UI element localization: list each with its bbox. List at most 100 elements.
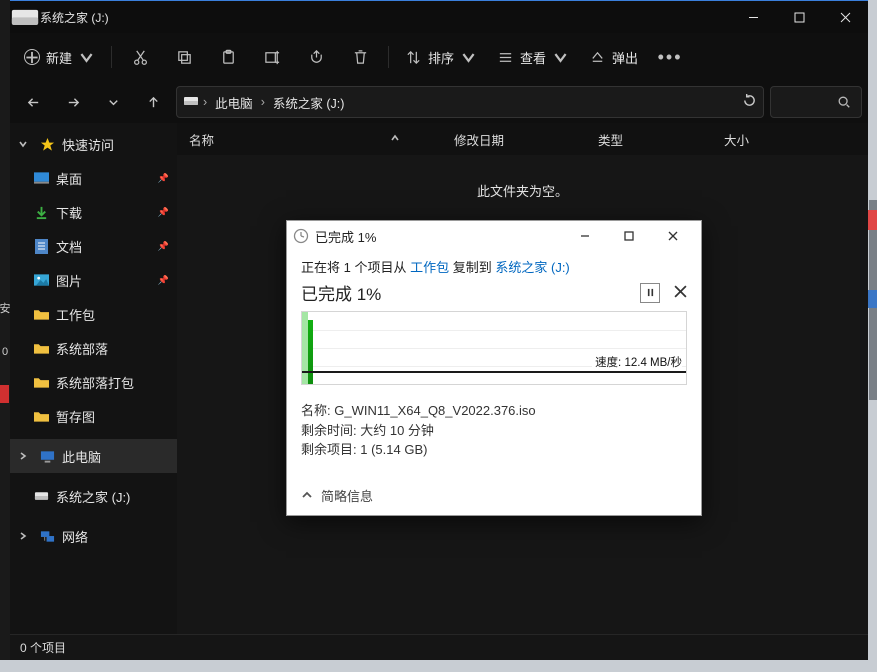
- new-label: 新建: [46, 48, 72, 67]
- column-headers: 名称 修改日期 类型 大小: [177, 123, 868, 155]
- document-icon: [32, 239, 50, 254]
- chevron-down-icon: [78, 49, 95, 66]
- sidebar-label: 快速访问: [62, 135, 114, 154]
- col-date[interactable]: 修改日期: [442, 130, 586, 149]
- download-icon: [32, 205, 50, 220]
- more-button[interactable]: •••: [648, 40, 692, 74]
- bg-red-tab: [0, 385, 9, 403]
- sidebar-item-folder[interactable]: 工作包: [10, 297, 177, 331]
- dialog-close-button[interactable]: [651, 222, 695, 250]
- sidebar-item-documents[interactable]: 文档 📌: [10, 229, 177, 263]
- chevron-up-icon: [301, 489, 313, 501]
- sidebar-item-pictures[interactable]: 图片 📌: [10, 263, 177, 297]
- toolbar: 新建 排序 查看 弹出 •••: [10, 33, 868, 81]
- recent-button[interactable]: [96, 87, 130, 117]
- sidebar-item-folder[interactable]: 系统部落: [10, 331, 177, 365]
- sidebar-label: 系统部落打包: [56, 373, 134, 392]
- crumb-drive[interactable]: 系统之家 (J:): [269, 93, 349, 112]
- col-size[interactable]: 大小: [712, 130, 868, 149]
- drive-icon: [10, 8, 40, 27]
- col-name[interactable]: 名称: [177, 130, 442, 149]
- sort-button[interactable]: 排序: [395, 40, 487, 74]
- maximize-button[interactable]: [776, 1, 822, 33]
- copy-button[interactable]: [162, 40, 206, 74]
- sidebar-label: 下载: [56, 203, 82, 222]
- eject-button[interactable]: 弹出: [579, 40, 648, 74]
- close-button[interactable]: [822, 1, 868, 33]
- sort-asc-icon: [390, 132, 400, 146]
- sidebar-item-folder[interactable]: 系统部落打包: [10, 365, 177, 399]
- pin-icon: 📌: [158, 241, 169, 252]
- copy-dialog: 已完成 1% 正在将 1 个项目从 工作包 复制到 系统之家 (J:) 已完成 …: [286, 220, 702, 516]
- bg-right-edge: [869, 200, 877, 400]
- pause-button[interactable]: [640, 283, 660, 303]
- address-bar[interactable]: › 此电脑 › 系统之家 (J:): [176, 86, 764, 118]
- separator: [111, 46, 112, 68]
- pc-icon: [38, 450, 56, 463]
- chevron-down-icon: [460, 49, 477, 66]
- picture-icon: [32, 274, 50, 286]
- star-icon: [38, 137, 56, 152]
- drive-icon: [32, 491, 50, 501]
- folder-icon: [32, 376, 50, 388]
- dst-link[interactable]: 系统之家 (J:): [495, 260, 569, 275]
- copy-desc: 正在将 1 个项目从 工作包 复制到 系统之家 (J:): [301, 257, 687, 276]
- view-button[interactable]: 查看: [487, 40, 579, 74]
- up-button[interactable]: [136, 87, 170, 117]
- eject-label: 弹出: [612, 48, 638, 67]
- titlebar: 系统之家 (J:): [10, 1, 868, 33]
- new-button[interactable]: 新建: [14, 40, 105, 74]
- brief-toggle[interactable]: 简略信息: [287, 475, 701, 515]
- dialog-titlebar: 已完成 1%: [287, 221, 701, 251]
- crumb-pc[interactable]: 此电脑: [211, 93, 257, 112]
- dialog-minimize-button[interactable]: [563, 222, 607, 250]
- sidebar: 快速访问 桌面 📌 下载 📌 文档 📌 图片 📌: [10, 123, 177, 634]
- chevron-right-icon: [14, 531, 32, 541]
- sidebar-item-downloads[interactable]: 下载 📌: [10, 195, 177, 229]
- view-label: 查看: [520, 48, 546, 67]
- sidebar-label: 网络: [62, 527, 88, 546]
- delete-button[interactable]: [338, 40, 382, 74]
- nav-row: › 此电脑 › 系统之家 (J:): [10, 81, 868, 123]
- rename-button[interactable]: [250, 40, 294, 74]
- pin-icon: 📌: [158, 173, 169, 184]
- chevron-right-icon: [14, 451, 32, 461]
- minimize-button[interactable]: [730, 1, 776, 33]
- sidebar-quick-access[interactable]: 快速访问: [10, 127, 177, 161]
- drive-icon: [183, 95, 199, 109]
- sidebar-label: 图片: [56, 271, 82, 290]
- sidebar-item-folder[interactable]: 暂存图: [10, 399, 177, 433]
- network-icon: [38, 530, 56, 543]
- chevron-down-icon: [14, 139, 32, 149]
- col-type[interactable]: 类型: [586, 130, 712, 149]
- sidebar-item-desktop[interactable]: 桌面 📌: [10, 161, 177, 195]
- desktop-icon: [32, 172, 50, 184]
- refresh-button[interactable]: [742, 93, 757, 111]
- sidebar-label: 系统之家 (J:): [56, 487, 130, 506]
- folder-icon: [32, 342, 50, 354]
- src-link[interactable]: 工作包: [410, 260, 449, 275]
- sidebar-label: 工作包: [56, 305, 95, 324]
- forward-button[interactable]: [56, 87, 90, 117]
- paste-button[interactable]: [206, 40, 250, 74]
- dialog-maximize-button[interactable]: [607, 222, 651, 250]
- window-title: 系统之家 (J:): [40, 9, 730, 26]
- sort-label: 排序: [428, 48, 454, 67]
- cut-button[interactable]: [118, 40, 162, 74]
- search-box[interactable]: [770, 86, 862, 118]
- speed-graph: 速度: 12.4 MB/秒: [301, 311, 687, 385]
- share-button[interactable]: [294, 40, 338, 74]
- cancel-button[interactable]: [674, 283, 687, 303]
- folder-icon: [32, 410, 50, 422]
- sidebar-drive[interactable]: 系统之家 (J:): [10, 479, 177, 513]
- item-count: 0 个项目: [20, 639, 66, 656]
- sidebar-network[interactable]: 网络: [10, 519, 177, 553]
- sidebar-label: 桌面: [56, 169, 82, 188]
- clock-icon: [293, 228, 309, 244]
- back-button[interactable]: [16, 87, 50, 117]
- pin-icon: 📌: [158, 275, 169, 286]
- sidebar-this-pc[interactable]: 此电脑: [10, 439, 177, 473]
- status-bar: 0 个项目: [10, 634, 868, 660]
- bg-text-1: 安: [0, 300, 11, 316]
- sidebar-label: 暂存图: [56, 407, 95, 426]
